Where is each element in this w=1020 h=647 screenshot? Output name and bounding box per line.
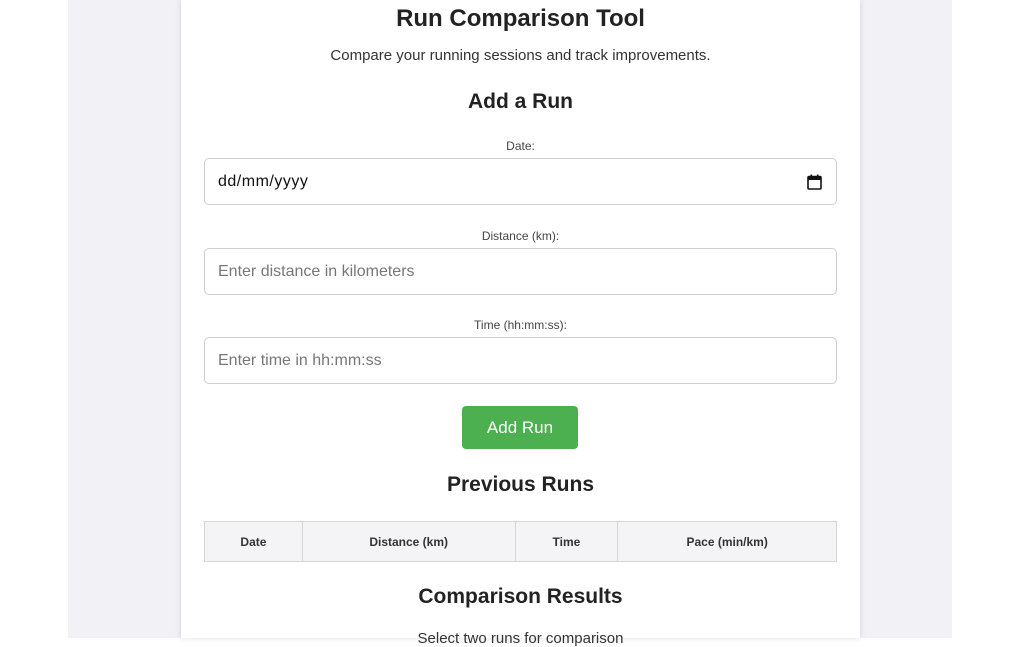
- column-header-distance[interactable]: Distance (km): [301, 521, 516, 562]
- page-subtitle: Compare your running sessions and track …: [330, 47, 711, 64]
- comparison-results-heading: Comparison Results: [418, 585, 623, 608]
- main-card: Run Comparison Tool Compare your running…: [181, 0, 860, 647]
- date-input-value: dd/mm/yyyy: [218, 172, 309, 190]
- date-label: Date:: [506, 139, 535, 153]
- distance-placeholder: Enter distance in kilometers: [218, 262, 415, 280]
- add-run-heading: Add a Run: [468, 90, 573, 113]
- distance-input[interactable]: Enter distance in kilometers: [204, 248, 837, 295]
- add-run-button[interactable]: Add Run: [462, 406, 578, 449]
- date-input[interactable]: dd/mm/yyyy: [204, 158, 837, 205]
- previous-runs-heading: Previous Runs: [446, 473, 595, 496]
- column-header-date[interactable]: Date: [204, 521, 303, 562]
- previous-runs-table: Date Distance (km) Time Pace (min/km): [204, 521, 837, 562]
- time-input[interactable]: Enter time in hh:mm:ss: [204, 337, 837, 384]
- distance-label: Distance (km):: [481, 229, 560, 243]
- time-label: Time (hh:mm:ss):: [474, 318, 567, 332]
- table-header-row: Date Distance (km) Time Pace (min/km): [204, 521, 837, 562]
- page-title: Run Comparison Tool: [396, 5, 645, 32]
- column-header-pace[interactable]: Pace (min/km): [617, 521, 837, 562]
- comparison-note: Select two runs for comparison: [417, 630, 624, 647]
- column-header-time[interactable]: Time: [514, 521, 619, 562]
- calendar-icon[interactable]: [807, 174, 822, 190]
- time-placeholder: Enter time in hh:mm:ss: [218, 351, 382, 369]
